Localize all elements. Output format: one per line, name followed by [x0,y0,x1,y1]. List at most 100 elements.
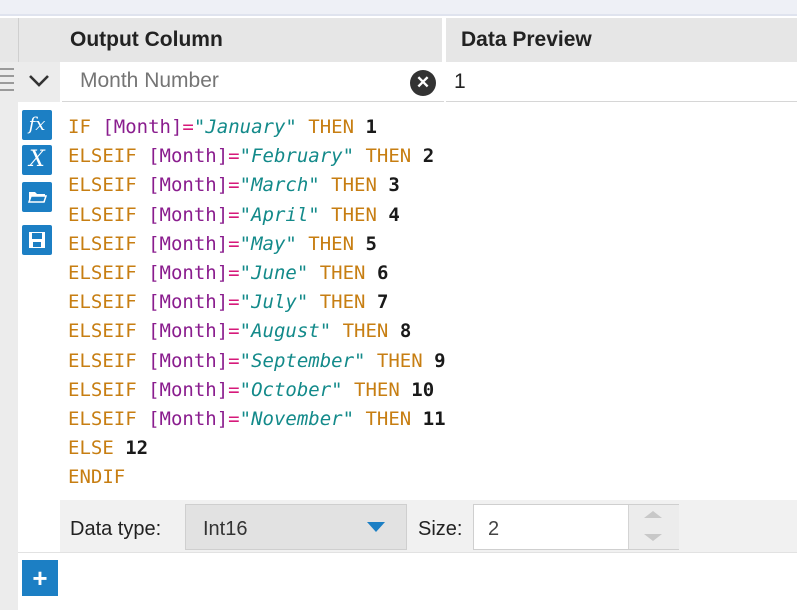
code-token: 6 [376,262,389,285]
code-line[interactable]: ELSEIF [Month]="June" THEN 6 [68,259,446,288]
code-token: [Month] [148,320,229,343]
code-line[interactable]: ELSEIF [Month]="July" THEN 7 [68,288,446,317]
code-token: ELSEIF [68,378,137,401]
code-token: 4 [388,203,400,226]
header-gutter-separator [18,18,19,62]
code-line[interactable]: ELSEIF [Month]="November" THEN 11 [68,405,446,434]
code-token: "August" [239,320,332,343]
code-line[interactable]: ELSEIF [Month]="October" THEN 10 [68,376,446,405]
code-token: THEN [354,378,400,401]
code-line[interactable]: ELSE 12 [68,434,446,463]
add-field-button[interactable]: + [22,560,58,596]
code-token: [Month] [148,378,229,401]
code-token: [Month] [148,203,229,226]
output-field-input[interactable] [62,62,402,100]
top-strip [0,0,797,14]
code-line[interactable]: ELSEIF [Month]="March" THEN 3 [68,171,446,200]
expression-code[interactable]: IF [Month]="January" THEN 1 ELSEIF [Month… [68,113,446,493]
code-token: [Month] [148,174,229,197]
code-line[interactable]: ELSEIF [Month]="August" THEN 8 [68,317,446,346]
code-token: "May" [239,232,297,255]
variable-icon[interactable]: X [22,145,52,175]
code-token: ELSEIF [68,203,137,226]
code-token: THEN [365,145,412,168]
code-token: "March" [239,174,320,197]
code-line[interactable]: ELSEIF [Month]="September" THEN 9 [68,347,446,376]
size-label: Size: [418,518,463,540]
code-token: THEN [319,262,366,285]
code-token: ELSEIF [68,145,137,168]
code-token: "June" [239,262,309,285]
code-line[interactable]: ELSEIF [Month]="February" THEN 2 [68,142,446,171]
code-line[interactable]: ELSEIF [Month]="April" THEN 4 [68,201,446,230]
code-token: ELSE [68,437,114,460]
output-column-header: Output Column [60,18,442,62]
code-token: [Month] [148,262,229,285]
dropdown-arrow-icon[interactable] [367,522,385,532]
code-token: 2 [422,145,435,168]
code-token: 11 [422,408,446,431]
open-folder-icon[interactable] [22,182,52,212]
chevron-down-icon[interactable] [25,70,53,94]
code-token: THEN [376,349,423,372]
code-token: = [228,145,240,168]
code-token: = [228,349,240,372]
header-gutter [0,18,60,62]
code-token: = [228,408,240,431]
size-value: 2 [488,518,500,540]
code-token: ELSEIF [68,349,137,372]
code-token: = [228,320,240,343]
code-token: "January" [193,116,297,138]
code-token: 5 [365,232,377,255]
code-token: "November" [239,408,355,431]
code-token: "April" [239,203,320,226]
spin-down-icon[interactable] [644,534,662,541]
code-token: 3 [388,174,400,197]
code-token: 12 [125,437,149,460]
code-line[interactable]: ELSEIF [Month]="May" THEN 5 [68,230,446,259]
code-token: THEN [308,232,355,255]
code-token: = [182,116,194,138]
code-line[interactable]: ENDIF [68,463,446,492]
spin-up-icon[interactable] [644,511,662,518]
code-token: ELSEIF [68,232,137,255]
function-icon[interactable]: fx [22,110,52,140]
code-token: = [228,291,240,314]
drag-handle-icon[interactable] [0,68,14,94]
code-token: 8 [399,320,412,343]
top-strip-border [0,14,797,16]
save-icon[interactable] [22,225,52,255]
code-token: = [228,203,240,226]
code-token: THEN [319,291,366,314]
code-token: ELSEIF [68,262,137,285]
code-token: 9 [434,349,446,372]
code-line[interactable]: IF [Month]="January" THEN 1 [68,113,446,142]
code-token: "July" [239,291,309,314]
clear-circle-icon[interactable]: ✕ [410,70,436,96]
output-field-container [62,62,444,102]
code-token: THEN [331,203,377,226]
